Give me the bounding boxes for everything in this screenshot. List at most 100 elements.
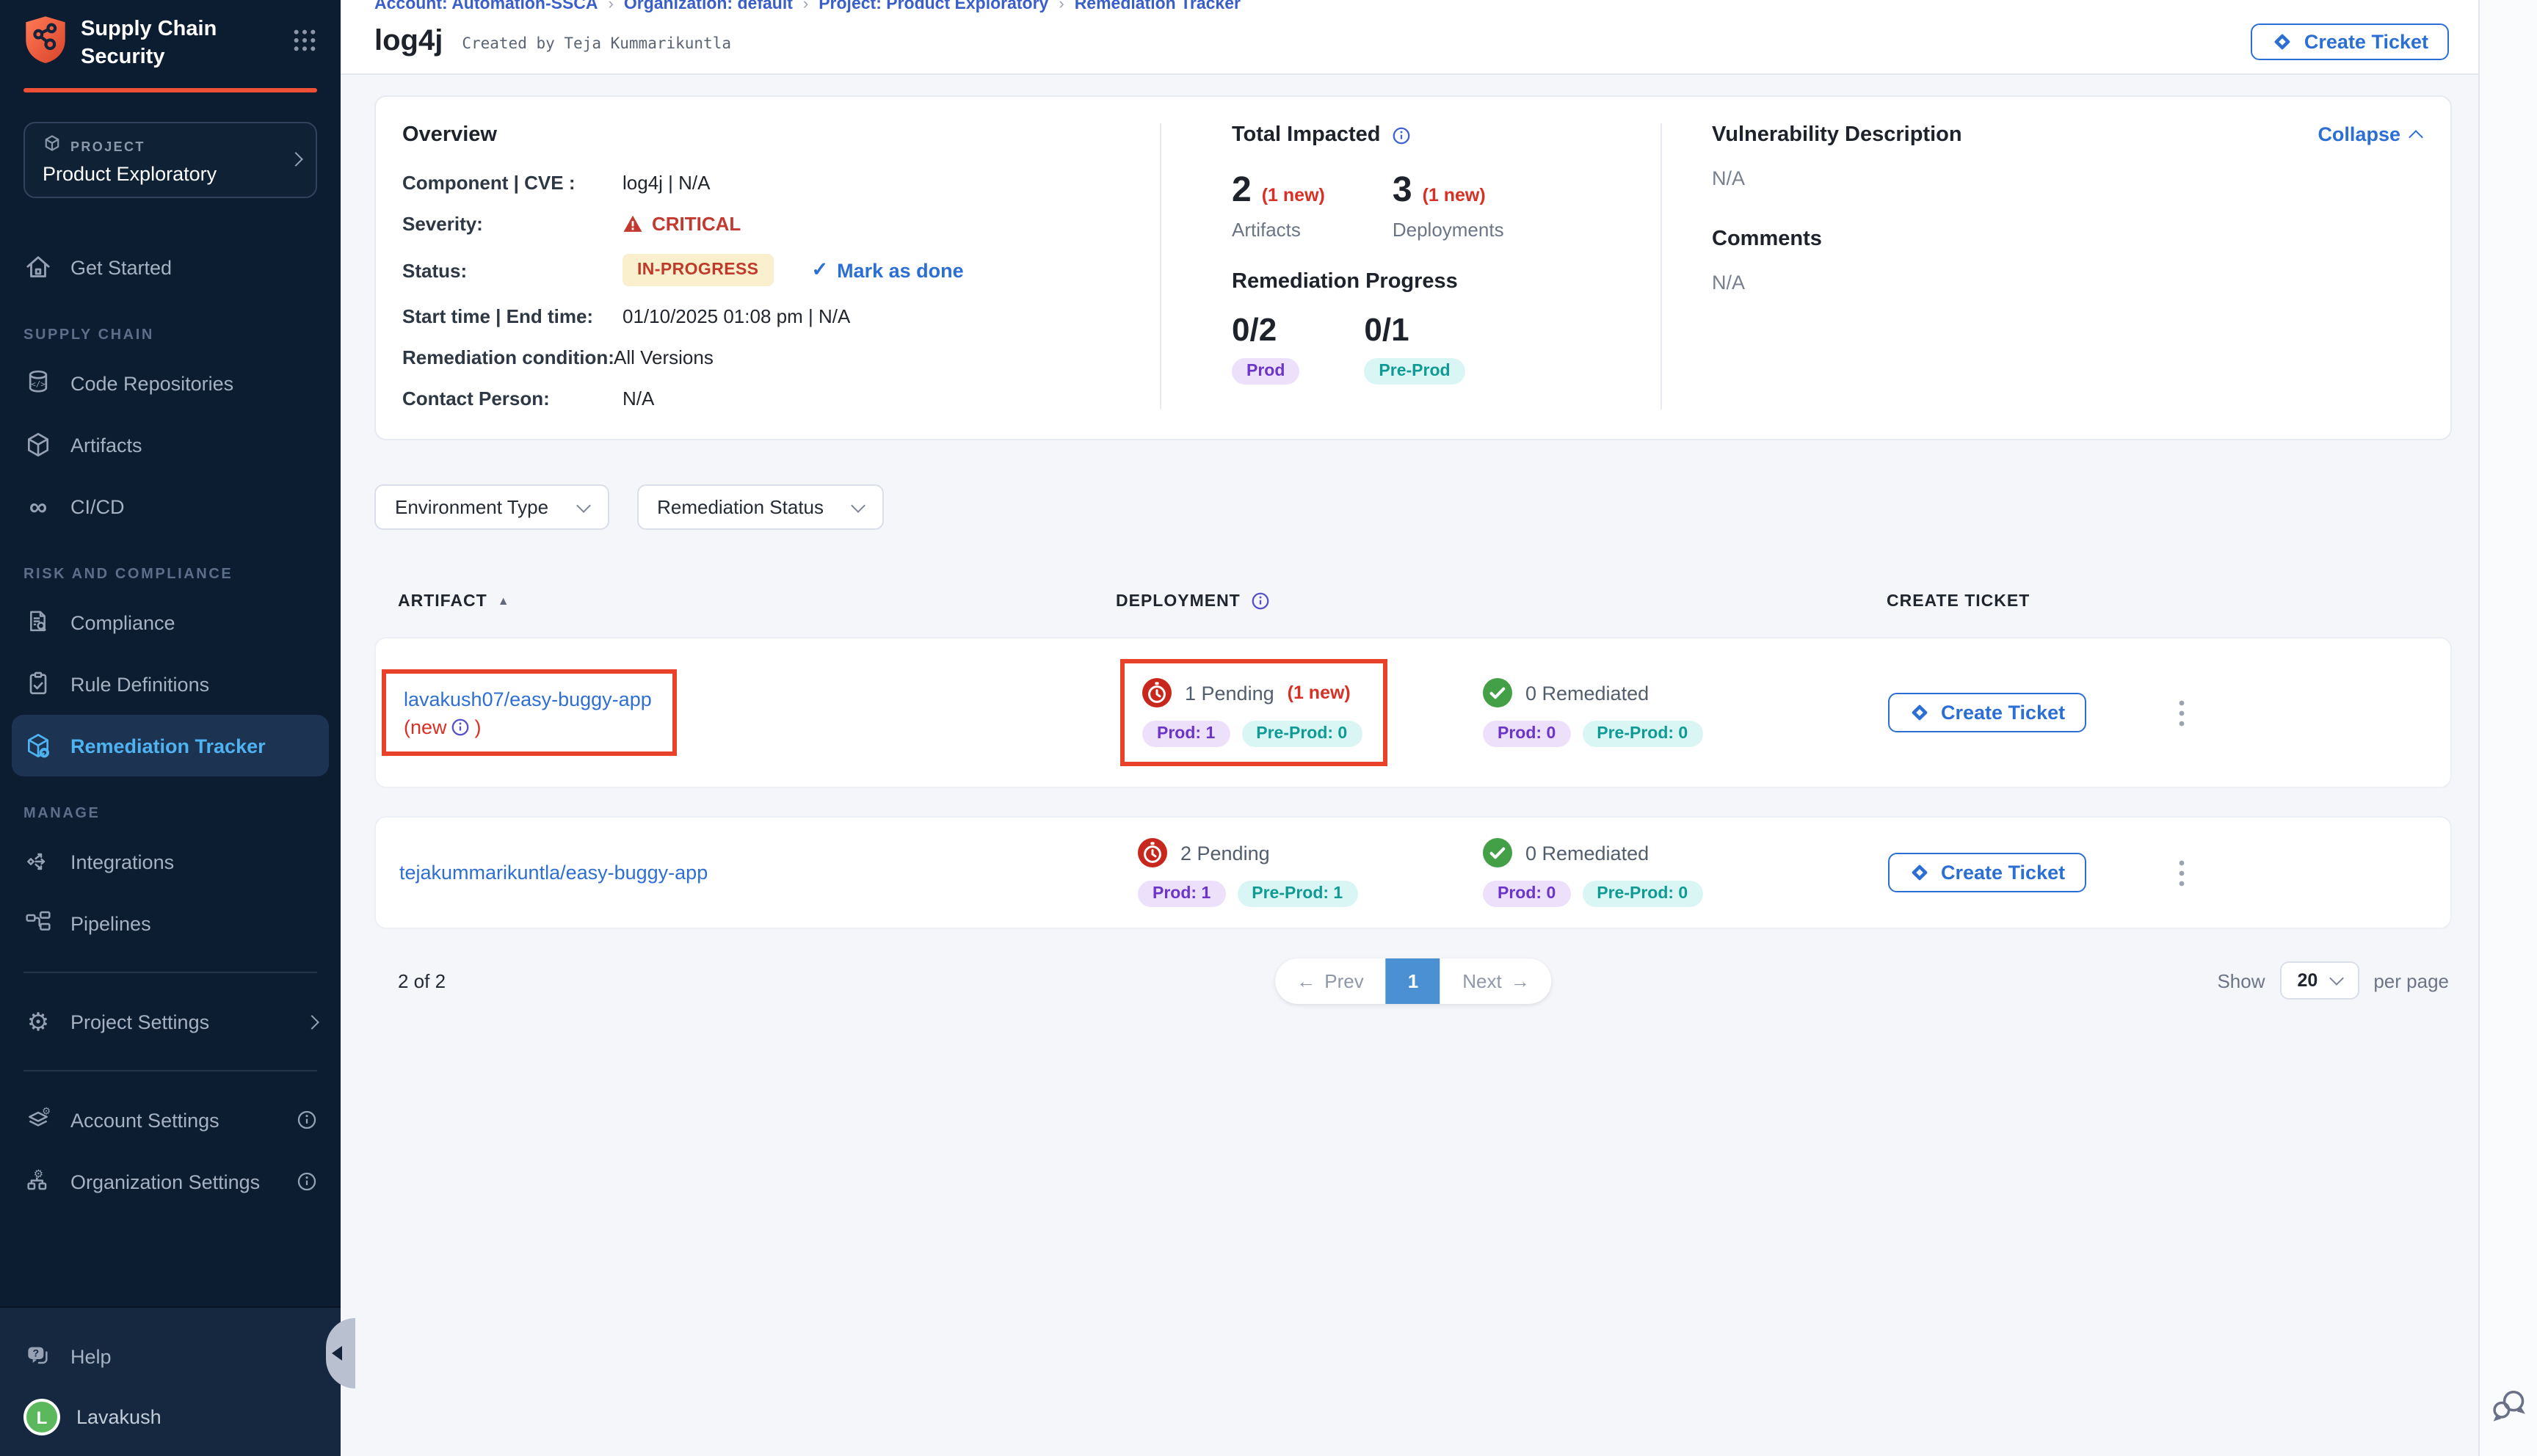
prod-badge: Prod: 1	[1142, 721, 1230, 747]
row-menu-kebab-icon[interactable]	[2152, 659, 2211, 766]
infinity-icon: ∞	[23, 492, 53, 521]
impact-column: Total Impacted 2 (1 new) Artifacts	[1160, 123, 1662, 410]
pagination: 2 of 2 ← Prev 1 Next → Show 20	[374, 961, 2452, 1000]
create-ticket-label: Create Ticket	[2304, 31, 2428, 53]
project-name: Product Exploratory	[43, 163, 217, 185]
ticket-diamond-icon	[2272, 31, 2294, 53]
remediation-progress-title: Remediation Progress	[1232, 270, 1631, 294]
sidebar-item-project-settings[interactable]: ⚙ Project Settings	[0, 991, 341, 1052]
total-impacted-title: Total Impacted	[1232, 123, 1631, 147]
artifact-link[interactable]: lavakush07/easy-buggy-app	[404, 688, 652, 710]
condition-label: Remediation condition:	[402, 346, 623, 368]
create-ticket-button-header[interactable]: Create Ticket	[2251, 23, 2449, 60]
environment-type-filter[interactable]: Environment Type	[374, 484, 609, 530]
collapse-link[interactable]: Collapse	[2318, 123, 2421, 145]
breadcrumb-page[interactable]: Remediation Tracker	[1075, 0, 1241, 16]
code-repository-icon: </>	[23, 368, 53, 398]
row-menu-kebab-icon[interactable]	[2152, 838, 2211, 907]
sidebar-item-organization-settings[interactable]: ⚙ Organization Settings	[0, 1151, 341, 1212]
artifacts-count: 2	[1232, 170, 1252, 211]
sidebar-item-account-settings[interactable]: ⚙ Account Settings	[0, 1089, 341, 1151]
info-icon[interactable]	[297, 1110, 317, 1130]
breadcrumb-account[interactable]: Account: Automation-SSCA	[374, 0, 598, 16]
sidebar-item-label: Artifacts	[70, 434, 142, 456]
sidebar-item-help[interactable]: ? Help	[0, 1328, 341, 1384]
sidebar-top: Supply Chain Security	[0, 0, 341, 92]
user-profile[interactable]: L Lavakush	[0, 1384, 341, 1435]
svg-text:?: ?	[33, 1347, 40, 1359]
prod-badge: Prod	[1232, 358, 1299, 385]
sidebar-item-cicd[interactable]: ∞ CI/CD	[0, 476, 341, 537]
breadcrumb-project[interactable]: Project: Product Exploratory	[819, 0, 1048, 16]
sidebar-item-label: Project Settings	[70, 1011, 209, 1033]
sidebar-item-compliance[interactable]: Compliance	[0, 592, 341, 653]
chevron-up-icon	[2409, 129, 2423, 144]
prev-page-button[interactable]: ← Prev	[1274, 958, 1385, 1003]
breadcrumb-organization[interactable]: Organization: default	[624, 0, 793, 16]
arrow-right-icon: →	[1511, 969, 1530, 991]
created-by: Created by Teja Kummarikuntla	[462, 35, 731, 53]
sidebar-item-rule-definitions[interactable]: Rule Definitions	[0, 653, 341, 715]
contact-label: Contact Person:	[402, 387, 623, 410]
remediated-check-icon	[1483, 838, 1512, 867]
sidebar-divider	[23, 1070, 317, 1071]
sort-ascending-icon: ▲	[498, 594, 510, 608]
time-label: Start time | End time:	[402, 305, 623, 327]
info-icon[interactable]	[1393, 125, 1412, 145]
app-title: Supply Chain Security	[81, 17, 217, 70]
pager: ← Prev 1 Next →	[1274, 958, 1551, 1003]
info-icon[interactable]	[1251, 592, 1270, 611]
mark-as-done-link[interactable]: ✓ Mark as done	[811, 258, 963, 282]
sidebar-item-integrations[interactable]: Integrations	[0, 831, 341, 892]
status-cell: IN-PROGRESS ✓ Mark as done	[623, 254, 1130, 286]
sidebar-item-artifacts[interactable]: Artifacts	[0, 414, 341, 476]
condition-value: All Versions	[614, 346, 1130, 368]
remediated-count: 0 Remediated	[1525, 682, 1649, 704]
column-artifact[interactable]: ARTIFACT ▲	[374, 592, 1116, 610]
sidebar-item-label: Pipelines	[70, 912, 151, 934]
artifact-link[interactable]: tejakummarikuntla/easy-buggy-app	[399, 861, 708, 883]
chevron-down-icon	[576, 498, 590, 512]
preprod-badge: Pre-Prod	[1364, 358, 1465, 385]
vulnerability-description-value: N/A	[1712, 167, 2421, 189]
cube-icon	[23, 430, 53, 459]
module-grid-icon[interactable]	[292, 27, 317, 59]
artifact-new-open: (new	[404, 716, 447, 738]
prod-badge: Prod: 0	[1483, 881, 1570, 907]
sidebar-item-label: Get Started	[70, 256, 172, 278]
column-deployment: DEPLOYMENT	[1116, 592, 1461, 611]
preprod-badge: Pre-Prod: 0	[1241, 721, 1362, 747]
info-icon[interactable]	[451, 718, 471, 737]
info-icon[interactable]	[297, 1171, 317, 1192]
create-ticket-label: Create Ticket	[1941, 862, 2065, 884]
home-icon	[23, 252, 53, 282]
clipboard-check-icon	[23, 669, 53, 699]
sidebar-item-code-repositories[interactable]: </> Code Repositories	[0, 352, 341, 414]
artifact-cell: lavakush07/easy-buggy-app (new )	[376, 669, 1117, 756]
pending-count: 2 Pending	[1180, 842, 1270, 864]
create-ticket-button-row[interactable]: Create Ticket	[1888, 853, 2086, 892]
time-value: 01/10/2025 01:08 pm | N/A	[623, 305, 1130, 327]
show-label: Show	[2217, 969, 2265, 991]
next-page-button[interactable]: Next →	[1440, 958, 1551, 1003]
preprod-badge: Pre-Prod: 0	[1582, 721, 1702, 747]
user-name: Lavakush	[76, 1406, 161, 1428]
sidebar-item-get-started[interactable]: Get Started	[0, 236, 341, 298]
create-ticket-button-row[interactable]: Create Ticket	[1888, 693, 2086, 732]
sidebar-item-label: Integrations	[70, 851, 174, 873]
cube-icon	[43, 134, 62, 160]
page-content: Overview Component | CVE : log4j | N/A S…	[341, 75, 2478, 1456]
sidebar-nav: Get Started SUPPLY CHAIN </> Code Reposi…	[0, 236, 341, 1212]
current-page-button[interactable]: 1	[1386, 958, 1440, 1003]
project-selector[interactable]: PROJECT Product Exploratory	[23, 122, 317, 198]
nav-section-supply-chain: SUPPLY CHAIN	[0, 327, 341, 343]
breadcrumb-separator-icon: ›	[609, 0, 614, 16]
svg-text:</>: </>	[31, 379, 46, 389]
sidebar-item-pipelines[interactable]: Pipelines	[0, 892, 341, 954]
remediation-status-filter[interactable]: Remediation Status	[636, 484, 884, 530]
impacted-deployments: 3 (1 new) Deployments	[1393, 170, 1504, 241]
page-size-select[interactable]: 20	[2280, 961, 2359, 1000]
sidebar-item-remediation-tracker[interactable]: Remediation Tracker	[12, 715, 329, 776]
overview-column: Overview Component | CVE : log4j | N/A S…	[376, 123, 1160, 410]
support-chat-icon[interactable]	[2489, 1386, 2528, 1433]
